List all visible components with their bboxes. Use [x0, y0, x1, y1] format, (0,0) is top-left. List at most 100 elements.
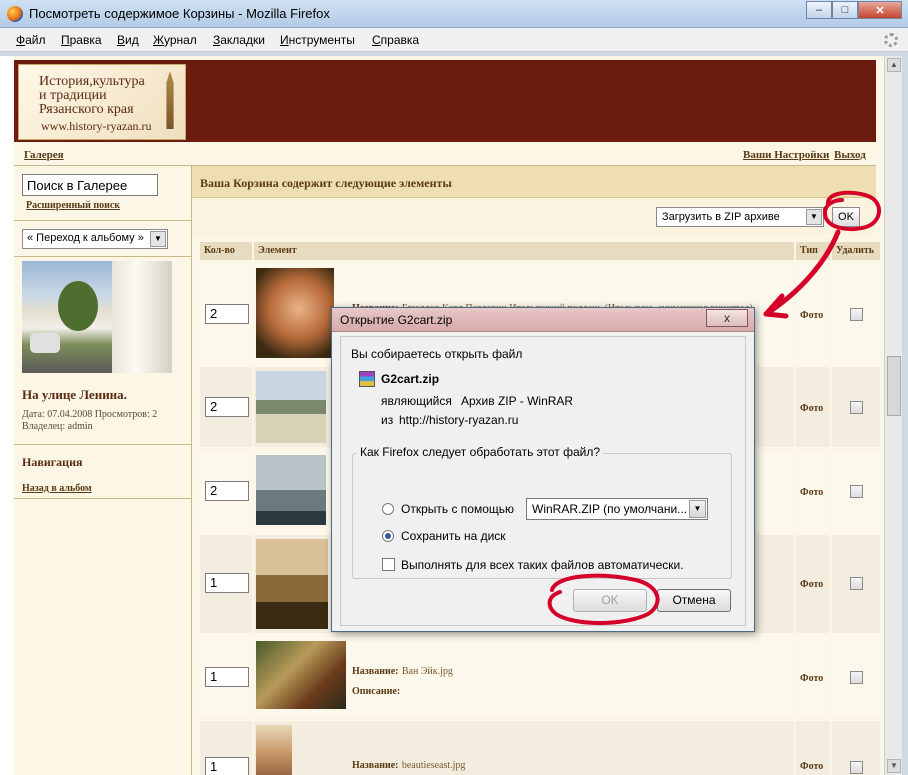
dialog-body: Вы собираетесь открыть файл G2cart.zip я…	[340, 336, 746, 626]
breadcrumb-row: Галерея Ваши Настройки Выход	[14, 144, 876, 166]
winrar-archive-icon	[359, 371, 375, 387]
menu-edit[interactable]: Правка	[61, 33, 102, 47]
advanced-search-link[interactable]: Расширенный поиск	[26, 200, 120, 211]
qty-input[interactable]: 1	[205, 667, 249, 687]
delete-checkbox[interactable]	[850, 401, 863, 414]
menu-view[interactable]: Вид	[117, 33, 139, 47]
col-header-item: Элемент	[254, 242, 794, 260]
item-type: Фото	[800, 579, 824, 590]
qty-cell: 2	[200, 367, 252, 447]
scroll-up-icon[interactable]: ▲	[887, 58, 901, 72]
dialog-titlebar: Открытие G2cart.zip x	[332, 308, 754, 332]
dialog-filename: G2cart.zip	[381, 372, 440, 386]
menu-help[interactable]: Справка	[372, 33, 419, 47]
item-type: Фото	[800, 403, 824, 414]
throbber-icon	[884, 33, 898, 47]
col-header-type: Тип	[796, 242, 830, 260]
vertical-scrollbar[interactable]: ▲ ▼	[884, 56, 902, 775]
item-thumbnail[interactable]	[256, 641, 346, 709]
dialog-type-prefix: являющийся	[381, 394, 452, 408]
handling-group-label: Как Firefox следует обработать этот файл…	[357, 445, 604, 459]
item-type: Фото	[800, 310, 824, 321]
menu-tools[interactable]: Инструменты	[280, 33, 355, 47]
qty-cell: 1	[200, 721, 252, 775]
delete-checkbox[interactable]	[850, 577, 863, 590]
dialog-cancel-button[interactable]: Отмена	[657, 589, 731, 612]
qty-input[interactable]: 1	[205, 757, 249, 775]
photo-meta: Дата: 07.04.2008 Просмотров: 2	[22, 409, 158, 420]
item-description-label: Описание:	[352, 686, 401, 697]
minimize-button[interactable]: –	[806, 1, 832, 19]
col-header-qty: Кол-во	[200, 242, 252, 260]
cart-ok-button[interactable]: OK	[832, 207, 860, 227]
random-photo-thumbnail[interactable]	[22, 261, 172, 373]
delete-cell	[832, 721, 880, 775]
qty-input[interactable]: 2	[205, 304, 249, 324]
qty-input[interactable]: 2	[205, 397, 249, 417]
menu-file[interactable]: Файл	[16, 33, 46, 47]
auto-action-label[interactable]: Выполнять для всех таких файлов автомати…	[401, 558, 684, 572]
cart-action-row: Загрузить в ZIP архиве ▼ OK	[192, 198, 876, 234]
logo-url: www.history-ryazan.ru	[41, 119, 152, 133]
logo-line: История,культура	[39, 74, 145, 89]
item-type: Фото	[800, 761, 824, 772]
dialog-intro: Вы собираетесь открыть файл	[351, 347, 523, 361]
dialog-close-button[interactable]: x	[706, 309, 748, 327]
delete-checkbox[interactable]	[850, 308, 863, 321]
menu-history[interactable]: Журнал	[153, 33, 197, 47]
auto-action-checkbox[interactable]	[382, 558, 395, 571]
open-with-app-select[interactable]: WinRAR.ZIP (по умолчани... ▼	[526, 498, 708, 520]
delete-checkbox[interactable]	[850, 671, 863, 684]
scroll-down-icon[interactable]: ▼	[887, 759, 901, 773]
breadcrumb-gallery[interactable]: Галерея	[24, 149, 64, 161]
item-name-label: Название:	[352, 666, 399, 677]
menu-bookmarks[interactable]: Закладки	[213, 33, 265, 47]
maximize-button[interactable]: □	[832, 1, 858, 19]
qty-cell: 1	[200, 637, 252, 717]
album-jump-select[interactable]: « Переход к альбому » ▼	[22, 229, 168, 249]
item-thumbnail[interactable]	[256, 725, 292, 775]
cart-heading: Ваша Корзина содержит следующие элементы	[200, 176, 452, 190]
item-thumbnail[interactable]	[256, 371, 326, 443]
cart-action-select[interactable]: Загрузить в ZIP архиве ▼	[656, 207, 824, 227]
close-window-button[interactable]: ✕	[858, 1, 902, 19]
delete-cell	[832, 637, 880, 717]
menu-bar: Файл Правка Вид Журнал Закладки Инструме…	[0, 28, 908, 52]
open-with-label[interactable]: Открыть с помощью	[401, 502, 514, 516]
cart-action-label: Загрузить в ZIP архиве	[662, 211, 780, 223]
table-row: 1 Название: Ван Эйк.jpg Описание: Фото	[200, 635, 880, 717]
item-thumbnail[interactable]	[256, 268, 334, 358]
logout-link[interactable]: Выход	[834, 149, 866, 161]
dialog-from-prefix: из	[381, 413, 394, 427]
delete-cell	[832, 264, 880, 363]
back-to-album-link[interactable]: Назад в альбом	[22, 483, 92, 494]
item-name: Ван Эйк.jpg	[401, 666, 453, 677]
scrollbar-thumb[interactable]	[887, 356, 901, 416]
navigation-title: Навигация	[22, 455, 83, 469]
delete-checkbox[interactable]	[850, 761, 863, 774]
cart-heading-bar: Ваша Корзина содержит следующие элементы	[192, 166, 876, 198]
delete-cell	[832, 535, 880, 633]
open-with-radio[interactable]	[382, 503, 394, 515]
type-cell: Фото	[796, 535, 830, 633]
qty-input[interactable]: 1	[205, 573, 249, 593]
site-logo[interactable]: История,культура и традиции Рязанского к…	[18, 64, 186, 140]
settings-link[interactable]: Ваши Настройки	[743, 149, 829, 161]
sidebar-navigation: Навигация Назад в альбом	[14, 445, 192, 499]
dialog-ok-button[interactable]: OK	[573, 589, 647, 612]
qty-cell: 2	[200, 451, 252, 531]
save-to-disk-label[interactable]: Сохранить на диск	[401, 529, 506, 543]
save-to-disk-radio[interactable]	[382, 530, 394, 542]
item-thumbnail[interactable]	[256, 455, 326, 525]
item-thumbnail[interactable]	[256, 539, 328, 629]
item-cell: Название: Ван Эйк.jpg Описание:	[254, 637, 794, 717]
search-input[interactable]: Поиск в Галерее	[22, 174, 158, 196]
qty-input[interactable]: 2	[205, 481, 249, 501]
delete-checkbox[interactable]	[850, 485, 863, 498]
sidebar-search: Поиск в Галерее Расширенный поиск	[14, 166, 192, 221]
col-header-delete: Удалить	[832, 242, 880, 260]
photo-caption[interactable]: На улице Ленина.	[22, 387, 127, 403]
site-header: История,культура и традиции Рязанского к…	[14, 60, 876, 142]
photo-tree	[58, 281, 98, 331]
dialog-source-url: http://history-ryazan.ru	[399, 413, 519, 427]
